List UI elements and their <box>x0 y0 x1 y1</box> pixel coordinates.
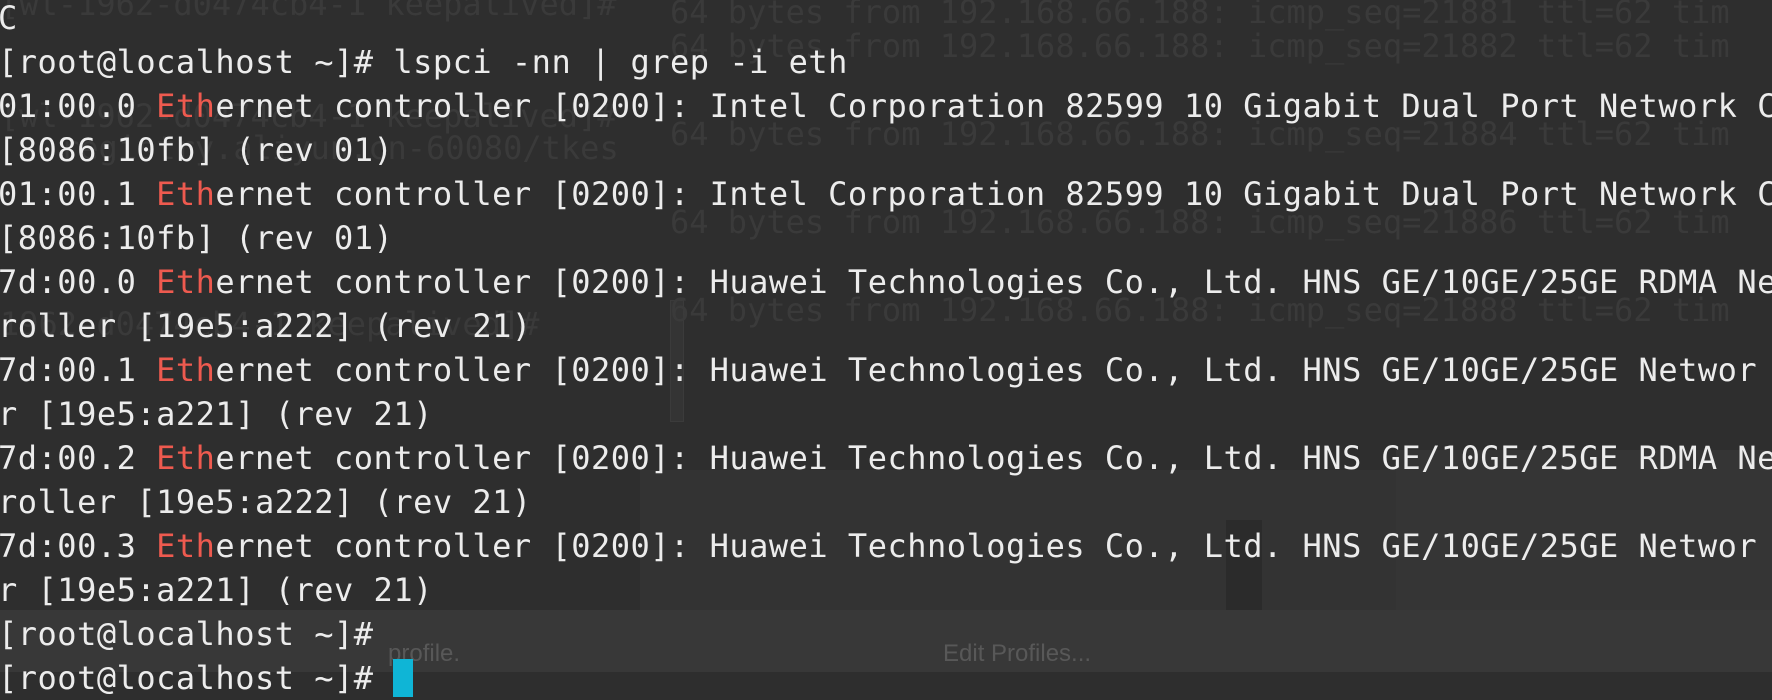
terminal-line-rest: ernet controller [0200]: Huawei Technolo… <box>215 351 1758 389</box>
terminal-line-prefix: 01:00.0 <box>0 87 157 125</box>
grep-match-highlight: Eth <box>156 527 216 565</box>
terminal-line: r [19e5:a221] (rev 21) <box>0 392 1772 436</box>
terminal-line-prefix: 7d:00.2 <box>0 439 157 477</box>
terminal-line: 01:00.0 Ethernet controller [0200]: Inte… <box>0 84 1772 128</box>
grep-match-highlight: Eth <box>156 439 216 477</box>
terminal-line-rest: ernet controller [0200]: Huawei Technolo… <box>215 439 1772 477</box>
terminal-output[interactable]: C [root@localhost ~]# lspci -nn | grep -i… <box>0 0 1772 700</box>
terminal-line: [root@localhost ~]# <box>0 656 1772 700</box>
grep-match-highlight: Eth <box>156 351 216 389</box>
terminal-line-rest: ernet controller [0200]: Intel Corporati… <box>215 87 1772 125</box>
terminal-line-text: roller [19e5:a222] (rev 21) <box>0 307 532 345</box>
terminal-line-rest: ernet controller [0200]: Huawei Technolo… <box>215 263 1772 301</box>
terminal-line: roller [19e5:a222] (rev 21) <box>0 304 1772 348</box>
terminal-line-prefix: 7d:00.0 <box>0 263 157 301</box>
terminal-line-text: r [19e5:a221] (rev 21) <box>0 571 433 609</box>
terminal-line-rest: ernet controller [0200]: Intel Corporati… <box>215 175 1772 213</box>
terminal-line-rest: ernet controller [0200]: Huawei Technolo… <box>215 527 1758 565</box>
terminal-line-prefix: 7d:00.1 <box>0 351 157 389</box>
text-cursor <box>393 659 414 697</box>
grep-match-highlight: Eth <box>156 175 216 213</box>
terminal-line: 7d:00.1 Ethernet controller [0200]: Huaw… <box>0 348 1772 392</box>
terminal-line-text: roller [19e5:a222] (rev 21) <box>0 483 532 521</box>
terminal-line: r [19e5:a221] (rev 21) <box>0 568 1772 612</box>
terminal-line: [root@localhost ~]# lspci -nn | grep -i … <box>0 40 1772 84</box>
terminal-line-text: C <box>0 0 18 37</box>
terminal-line: [8086:10fb] (rev 01) <box>0 128 1772 172</box>
grep-match-highlight: Eth <box>156 87 216 125</box>
terminal-line: 7d:00.3 Ethernet controller [0200]: Huaw… <box>0 524 1772 568</box>
terminal-line: [root@localhost ~]# <box>0 612 1772 656</box>
terminal-line-prefix: 01:00.1 <box>0 175 157 213</box>
terminal-line: 01:00.1 Ethernet controller [0200]: Inte… <box>0 172 1772 216</box>
terminal-line: roller [19e5:a222] (rev 21) <box>0 480 1772 524</box>
terminal-line: [8086:10fb] (rev 01) <box>0 216 1772 260</box>
terminal-line: 7d:00.0 Ethernet controller [0200]: Huaw… <box>0 260 1772 304</box>
terminal-line-prefix: 7d:00.3 <box>0 527 157 565</box>
terminal-line-text: [8086:10fb] (rev 01) <box>0 131 394 169</box>
terminal-line: C <box>0 0 1772 40</box>
terminal-line: 7d:00.2 Ethernet controller [0200]: Huaw… <box>0 436 1772 480</box>
terminal-line-text: r [19e5:a221] (rev 21) <box>0 395 433 433</box>
terminal-line-text: [8086:10fb] (rev 01) <box>0 219 394 257</box>
grep-match-highlight: Eth <box>156 263 216 301</box>
terminal-line-text: [root@localhost ~]# lspci -nn | grep -i … <box>0 43 848 81</box>
terminal-line-text: [root@localhost ~]# <box>0 659 394 697</box>
terminal-line-text: [root@localhost ~]# <box>0 615 374 653</box>
